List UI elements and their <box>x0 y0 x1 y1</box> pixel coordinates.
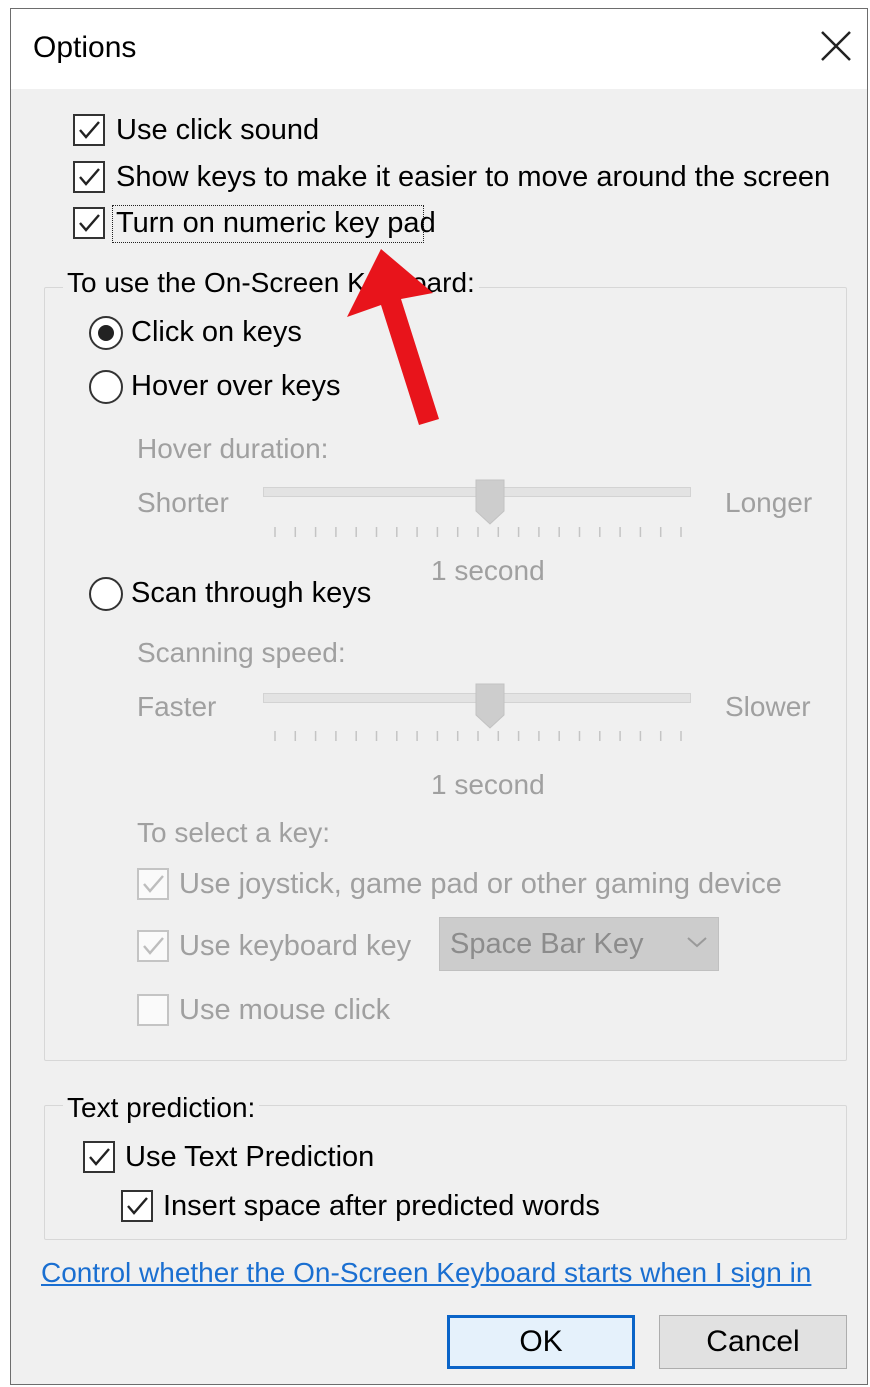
hover-duration-thumb[interactable] <box>475 479 505 525</box>
radio-selected-dot <box>98 325 114 341</box>
hover-over-keys-radio[interactable] <box>89 370 123 404</box>
insert-space-checkbox[interactable] <box>121 1190 153 1222</box>
key-dropdown-value: Space Bar Key <box>450 928 644 960</box>
joystick-label: Use joystick, game pad or other gaming d… <box>179 868 782 900</box>
chevron-down-icon <box>686 934 708 955</box>
cancel-button-label: Cancel <box>706 1325 800 1358</box>
annotation-arrow <box>347 249 439 425</box>
scanning-speed-value: 1 second <box>431 769 545 800</box>
numeric-keypad-label: Turn on numeric key pad <box>116 207 436 239</box>
scan-through-keys-label: Scan through keys <box>131 577 372 609</box>
show-keys-checkbox[interactable] <box>73 161 105 193</box>
scanning-speed-thumb[interactable] <box>475 683 505 729</box>
scanning-speed-label: Scanning speed: <box>137 637 346 668</box>
scanning-speed-ticks <box>274 731 682 741</box>
hover-over-keys-label: Hover over keys <box>131 370 341 402</box>
scan-through-keys-radio[interactable] <box>89 577 123 611</box>
insert-space-label: Insert space after predicted words <box>163 1190 600 1222</box>
hover-duration-ticks <box>274 527 682 537</box>
hover-duration-label: Hover duration: <box>137 433 329 464</box>
use-text-prediction-label: Use Text Prediction <box>125 1141 375 1173</box>
mouse-click-label: Use mouse click <box>179 994 391 1026</box>
title-bar: Options <box>11 9 867 89</box>
options-dialog: Options Use click sound Show keys to mak… <box>10 8 868 1385</box>
ok-button-label: OK <box>519 1325 563 1358</box>
scan-max-label: Slower <box>725 691 811 722</box>
click-sound-label: Use click sound <box>116 114 320 146</box>
cancel-button[interactable]: Cancel <box>659 1315 847 1369</box>
click-on-keys-radio[interactable] <box>89 316 123 350</box>
click-sound-checkbox[interactable] <box>73 114 105 146</box>
close-icon[interactable] <box>817 27 855 65</box>
joystick-checkbox[interactable] <box>137 868 169 900</box>
use-text-prediction-checkbox[interactable] <box>83 1141 115 1173</box>
startup-link[interactable]: Control whether the On-Screen Keyboard s… <box>41 1257 811 1289</box>
hover-min-label: Shorter <box>137 487 229 518</box>
key-dropdown[interactable]: Space Bar Key <box>439 917 719 971</box>
text-prediction-legend: Text prediction: <box>63 1092 260 1124</box>
numeric-keypad-checkbox[interactable] <box>73 207 105 239</box>
keyboard-key-label: Use keyboard key <box>179 930 412 962</box>
hover-duration-value: 1 second <box>431 555 545 586</box>
click-on-keys-label: Click on keys <box>131 316 302 348</box>
mouse-click-checkbox[interactable] <box>137 994 169 1026</box>
select-key-label: To select a key: <box>137 817 330 848</box>
hover-max-label: Longer <box>725 487 813 518</box>
dialog-title: Options <box>33 31 137 64</box>
keyboard-key-checkbox[interactable] <box>137 930 169 962</box>
ok-button[interactable]: OK <box>447 1315 635 1369</box>
scan-min-label: Faster <box>137 691 217 722</box>
show-keys-label: Show keys to make it easier to move arou… <box>116 161 831 193</box>
